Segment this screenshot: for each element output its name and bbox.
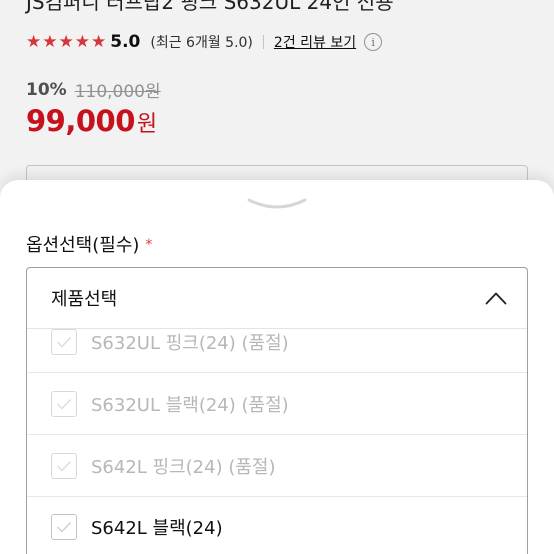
option-list: S632UL 핑크(24) (품절) S632UL 블랙(24) (품절) S6… — [27, 329, 527, 554]
checkbox[interactable] — [51, 453, 77, 479]
list-item[interactable]: S642L 블랙(24) — [27, 497, 527, 554]
checkbox[interactable] — [51, 329, 77, 355]
option-label: S642L 핑크(24) (품절) — [91, 457, 276, 478]
option-label: S632UL 블랙(24) (품절) — [91, 395, 289, 416]
product-select: 제품선택 S632UL 핑크(24) (품절) S632UL 블랙(24) (품… — [26, 267, 528, 554]
option-label: S632UL 핑크(24) (품절) — [91, 333, 289, 354]
select-title: 제품선택 — [51, 289, 118, 310]
option-label-text: 옵션선택(필수) — [26, 235, 140, 256]
select-header[interactable]: 제품선택 — [27, 268, 527, 329]
check-icon — [57, 337, 72, 348]
sheet-handle-icon[interactable] — [247, 196, 307, 212]
chevron-up-icon[interactable] — [485, 291, 507, 305]
option-sheet: 옵션선택(필수) * 제품선택 S632UL 핑크(24) (품절) S632UL… — [0, 180, 554, 554]
list-item[interactable]: S642L 핑크(24) (품절) — [27, 436, 527, 497]
check-icon — [57, 399, 72, 410]
required-mark: * — [145, 237, 153, 253]
checkbox[interactable] — [51, 514, 77, 540]
list-item[interactable]: S632UL 블랙(24) (품절) — [27, 374, 527, 435]
list-item[interactable]: S632UL 핑크(24) (품절) — [27, 329, 527, 373]
option-label: S642L 블랙(24) — [91, 518, 223, 539]
option-select-label: 옵션선택(필수) * — [26, 231, 152, 257]
check-icon — [57, 461, 72, 472]
check-icon — [57, 522, 72, 533]
checkbox[interactable] — [51, 391, 77, 417]
